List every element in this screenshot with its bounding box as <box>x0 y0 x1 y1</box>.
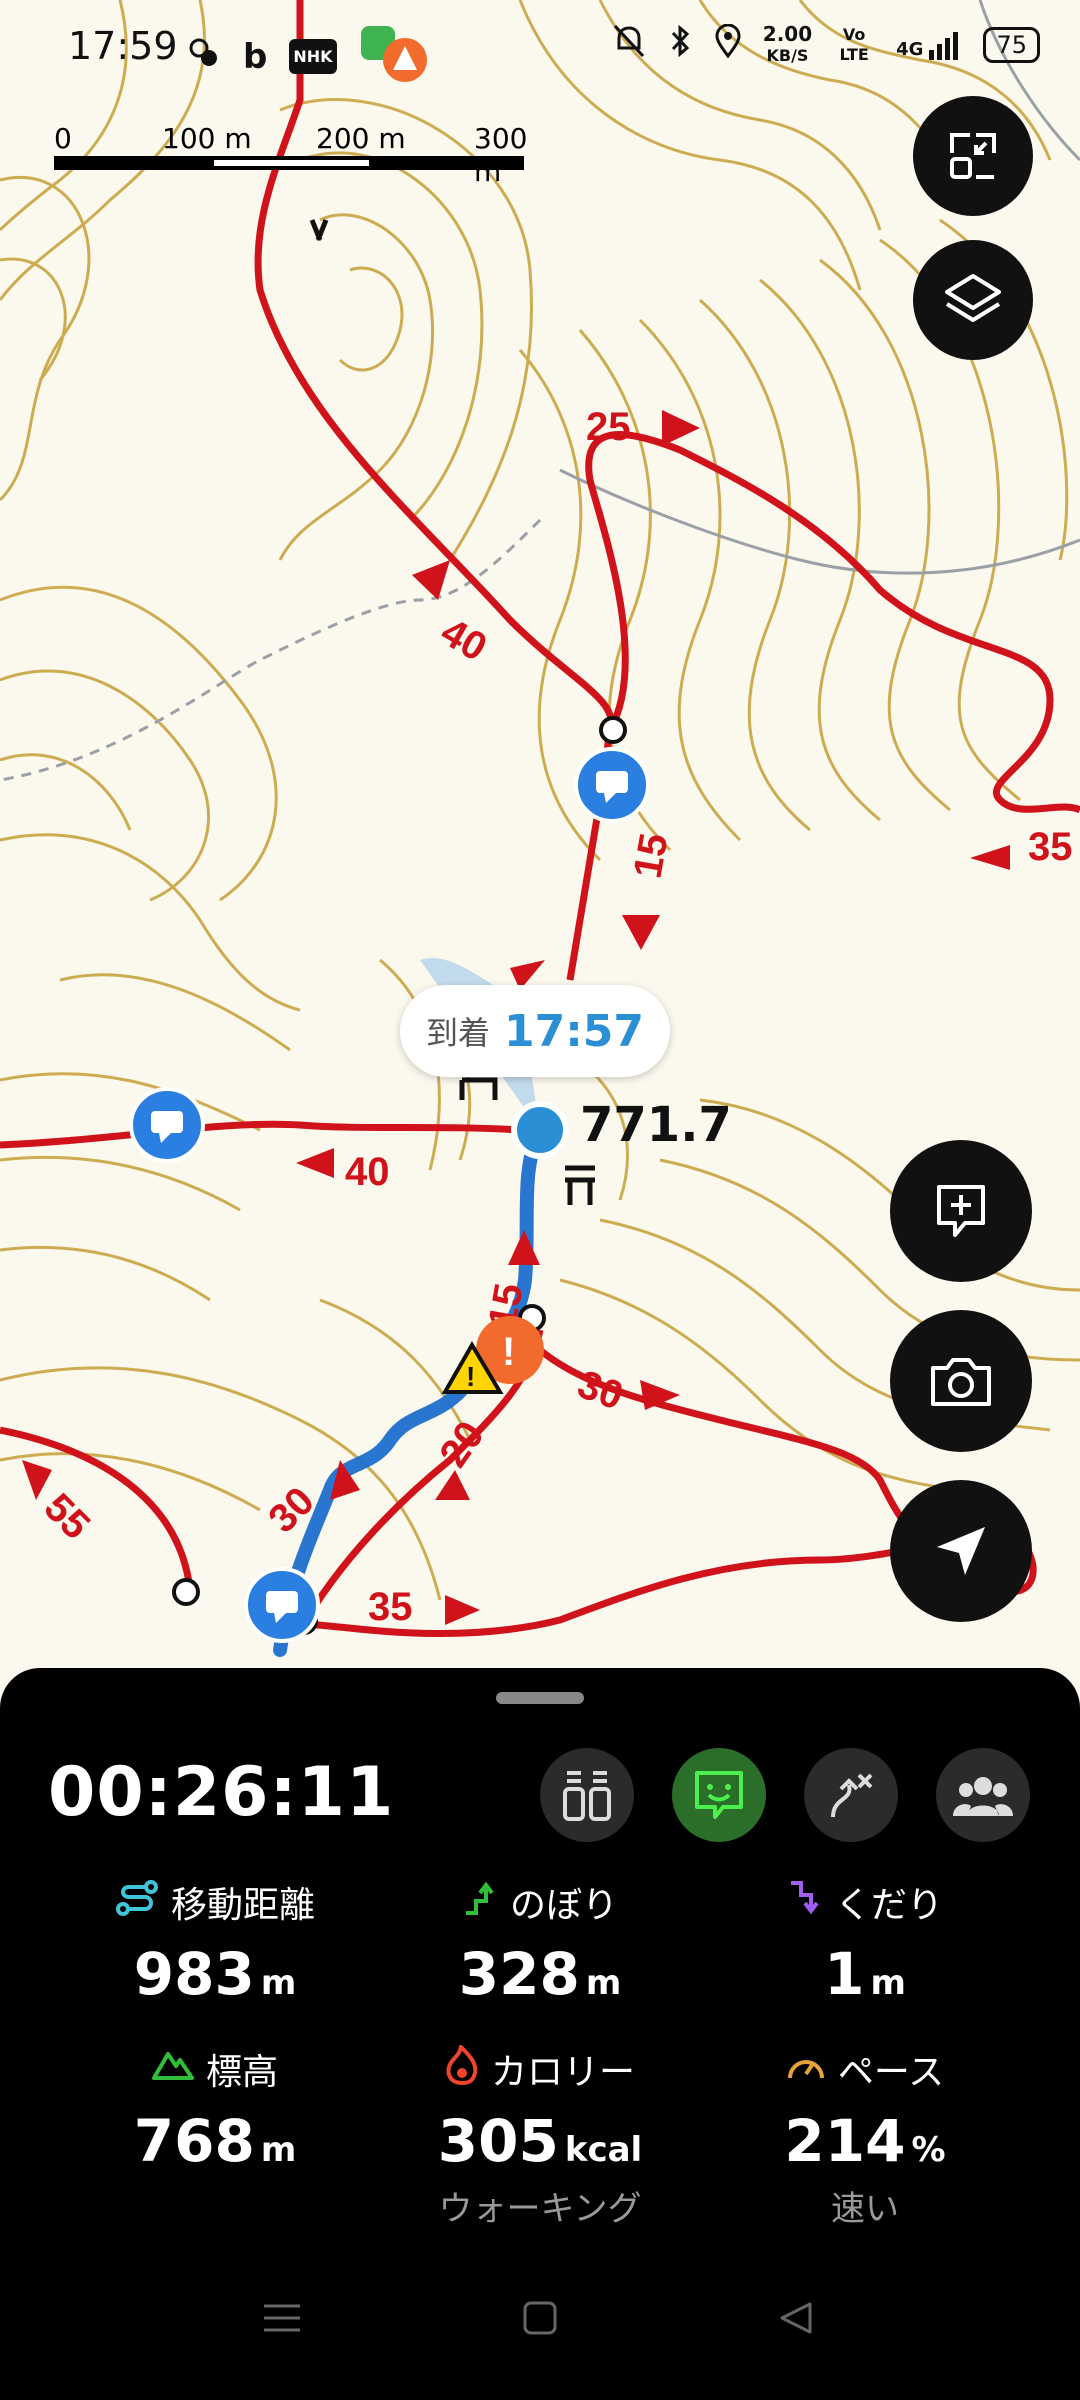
activity-type: ウォーキング <box>438 2189 642 2229</box>
fullscreen-toggle-button[interactable] <box>913 96 1033 216</box>
ascent-icon <box>462 1879 498 1926</box>
arrival-label: 到着 <box>425 1014 490 1052</box>
scale-label: 0 <box>54 122 72 155</box>
add-memo-button[interactable] <box>890 1140 1032 1282</box>
activity-panel: 00:26:11 移動距離 983 m のぼり 328 m くだり 1m 標高 76… <box>0 1668 1080 2400</box>
route-label: 25 <box>586 405 631 449</box>
svg-text:!: ! <box>466 1361 475 1392</box>
stat-calories: カロリー 305 kcal ウォーキング <box>370 2042 710 2230</box>
route-label: 15 <box>626 830 677 881</box>
home-nav-icon[interactable] <box>522 2300 558 2340</box>
speedometer-icon <box>786 2048 826 2091</box>
scale-label: 200 m <box>316 122 406 155</box>
collapse-icon <box>950 133 996 179</box>
group-icon <box>953 1777 1013 1816</box>
stat-descent: くだり 1m <box>695 1876 1035 2008</box>
bluetooth-icon <box>669 24 693 66</box>
stat-ascent: のぼり 328 m <box>370 1876 710 2008</box>
arrival-time: 17:57 <box>503 1005 645 1057</box>
signal-icon: 4G <box>896 30 961 60</box>
mountain-icon <box>151 2048 194 2091</box>
scale-label: 100 m <box>162 122 252 155</box>
route-icon <box>115 1879 159 1926</box>
arrival-time-popup[interactable]: 到着 17:57 <box>400 985 670 1077</box>
camera-icon <box>931 1358 991 1406</box>
bing-icon: b <box>243 36 268 77</box>
drag-handle[interactable] <box>496 1692 584 1704</box>
add-comment-icon <box>937 1185 985 1237</box>
status-bar: 17:59 b NHK 2.00 KB/S Vo LTE 4G 75 <box>0 0 1080 90</box>
scale-label: 300 m <box>474 122 528 188</box>
status-time: 17:59 <box>68 24 178 68</box>
battery-indicator: 75 <box>983 27 1040 63</box>
current-elevation-label: 771.7 <box>580 1097 732 1153</box>
current-location-dot <box>511 1101 569 1159</box>
weather-icon <box>185 34 221 79</box>
elapsed-time: 00:26:11 <box>48 1753 395 1832</box>
system-nav-bar <box>0 2300 1080 2360</box>
checkpoint-button[interactable] <box>540 1748 634 1842</box>
back-nav-icon[interactable] <box>778 2300 814 2340</box>
camera-button[interactable] <box>890 1310 1032 1452</box>
map-scale-bar: 0 100 m 200 m 300 m <box>54 122 527 188</box>
topographic-map[interactable]: 25 40 15 35 40 15 30 20 30 55 35 ! ! <box>0 0 1080 1700</box>
pace-rating: 速い <box>831 2189 899 2229</box>
stat-elevation: 標高 768 m <box>45 2043 385 2175</box>
route-label: 35 <box>1028 825 1073 869</box>
navigation-arrow-icon <box>937 1527 985 1575</box>
menu-nav-icon[interactable] <box>262 2300 302 2340</box>
network-speed: 2.00 KB/S <box>762 22 813 65</box>
group-button[interactable] <box>936 1748 1030 1842</box>
route-cancel-icon <box>831 1773 873 1818</box>
route-label: 40 <box>345 1150 390 1194</box>
location-icon <box>715 23 741 66</box>
smile-chat-icon <box>695 1771 743 1819</box>
route-label: 35 <box>368 1585 413 1629</box>
stat-pace: ペース 214% 速い <box>695 2043 1035 2230</box>
stat-distance: 移動距離 983 m <box>45 1876 385 2008</box>
flame-icon <box>445 2042 479 2094</box>
current-location-button[interactable] <box>890 1480 1032 1622</box>
app-notification-icon <box>359 22 429 91</box>
milestone-icon <box>563 1771 611 1821</box>
layers-icon <box>945 274 1001 322</box>
map-layers-button[interactable] <box>913 240 1033 360</box>
svg-text:!: ! <box>502 1330 515 1374</box>
descent-icon <box>787 1879 823 1926</box>
chat-mode-button[interactable] <box>672 1748 766 1842</box>
mute-icon <box>611 24 647 66</box>
volte-indicator: Vo LTE <box>839 25 869 64</box>
nhk-app-icon: NHK <box>289 39 337 74</box>
route-off-button[interactable] <box>804 1748 898 1842</box>
